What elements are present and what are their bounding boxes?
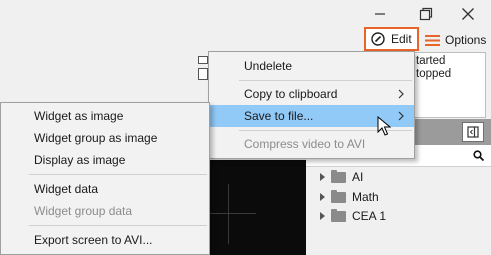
menu-item-widget-data[interactable]: Widget data (1, 178, 209, 200)
menu-item-export-screen-to-avi[interactable]: Export screen to AVI... (1, 229, 209, 251)
menu-item-widget-group-data[interactable]: Widget group data (1, 200, 209, 222)
tree-item-label: AI (352, 170, 364, 184)
search-icon[interactable] (473, 150, 484, 161)
tree-item-label: CEA 1 (352, 209, 387, 223)
document-icon[interactable] (198, 68, 208, 80)
hamburger-icon (425, 34, 440, 46)
tree-item[interactable]: Math (320, 188, 379, 206)
menu-item-label: Widget group data (34, 204, 133, 218)
collapse-panel-button[interactable] (462, 122, 484, 142)
crosshair-vertical (228, 184, 229, 244)
options-button[interactable]: Options (425, 29, 486, 51)
menu-separator (29, 225, 207, 226)
context-menu: Undelete Copy to clipboard Save to file.… (208, 51, 415, 159)
chevron-right-icon (398, 111, 404, 121)
tree-item[interactable]: AI (320, 168, 363, 186)
widget-tree: AI Math CEA 1 (306, 167, 491, 255)
log-panel: tarted topped (405, 52, 486, 118)
menu-separator (29, 174, 207, 175)
edit-button[interactable]: Edit (364, 27, 419, 51)
expand-arrow-icon[interactable] (320, 212, 325, 220)
folder-icon (331, 208, 346, 222)
menu-item-label: Save to file... (244, 109, 314, 123)
close-icon (462, 8, 474, 20)
menu-item-label: Widget as image (34, 109, 124, 123)
menu-item-widget-group-as-image[interactable]: Widget group as image (1, 127, 209, 149)
expand-arrow-icon[interactable] (320, 193, 325, 201)
menu-item-label: Export screen to AVI... (34, 233, 153, 247)
minimize-button[interactable] (365, 4, 395, 24)
folder-icon (331, 189, 346, 203)
menu-item-compress-video[interactable]: Compress video to AVI (209, 133, 414, 155)
menu-item-label: Widget group as image (34, 131, 158, 145)
log-line: tarted (416, 55, 446, 67)
minimize-icon (375, 13, 385, 15)
menu-item-label: Compress video to AVI (244, 137, 366, 151)
menu-item-label: Copy to clipboard (244, 87, 338, 101)
tree-item-label: Math (352, 190, 379, 204)
menu-item-label: Display as image (34, 153, 126, 167)
restore-icon (419, 7, 433, 21)
folder-icon (331, 169, 346, 183)
menu-item-copy-to-clipboard[interactable]: Copy to clipboard (209, 83, 414, 105)
tree-item[interactable]: CEA 1 (320, 207, 386, 225)
menu-item-label: Widget data (34, 182, 99, 196)
menu-item-label: Undelete (244, 59, 293, 73)
menu-separator (239, 80, 412, 81)
menu-item-undelete[interactable]: Undelete (209, 55, 414, 77)
menu-item-widget-as-image[interactable]: Widget as image (1, 105, 209, 127)
options-label: Options (445, 33, 487, 47)
widget-icon[interactable] (198, 56, 208, 64)
close-button[interactable] (453, 4, 483, 24)
menu-item-display-as-image[interactable]: Display as image (1, 149, 209, 171)
panel-toggle-icon (467, 126, 479, 138)
expand-arrow-icon[interactable] (320, 173, 325, 181)
edit-icon (371, 32, 385, 46)
maximize-button[interactable] (411, 4, 441, 24)
log-line: topped (416, 68, 452, 80)
mouse-cursor-icon (377, 116, 391, 136)
chevron-right-icon (398, 89, 404, 99)
edit-label: Edit (391, 32, 412, 46)
save-to-file-submenu: Widget as image Widget group as image Di… (0, 102, 210, 255)
